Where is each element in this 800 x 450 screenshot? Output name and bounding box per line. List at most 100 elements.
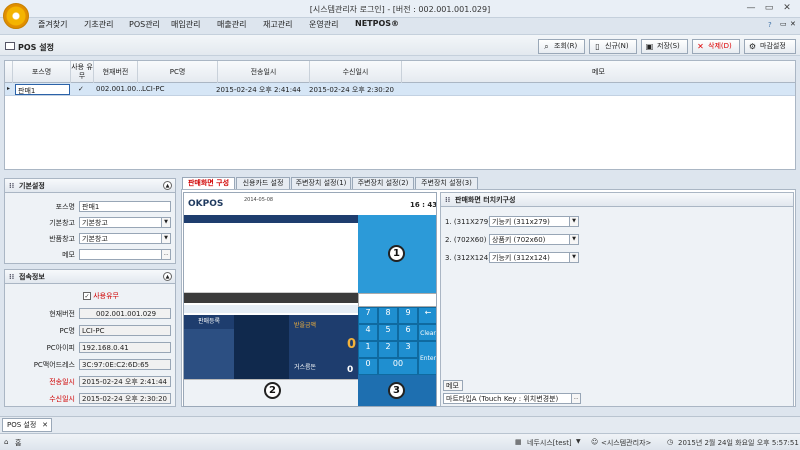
label-version: 현재버전: [49, 310, 75, 318]
cell-use[interactable]: ✓: [78, 85, 84, 93]
touch-row-3-label: 3. (312X124): [445, 254, 491, 262]
delete-button[interactable]: ✕ 삭제(D): [692, 39, 740, 54]
tab-device-1[interactable]: 주변장치 설정(1): [291, 177, 351, 189]
close-tab-icon[interactable]: ✕: [42, 419, 48, 432]
preview-item-list: [184, 223, 358, 293]
menu-netpos[interactable]: NETPOS®: [355, 19, 399, 28]
menu-operation[interactable]: 운영관리: [309, 19, 338, 30]
menu-favorites[interactable]: 즐겨찾기: [38, 19, 67, 30]
preview-date: 2014-05-08: [244, 197, 274, 203]
menu-sales[interactable]: 매출관리: [217, 19, 246, 30]
col-pos-name[interactable]: 포스명: [13, 61, 71, 83]
help-icon[interactable]: ?: [768, 21, 772, 29]
area-badge-2: 2: [264, 382, 281, 399]
col-version[interactable]: 현재버전: [94, 61, 138, 83]
close-setting-button[interactable]: ⚙ 마감설정: [744, 39, 796, 54]
close-doc-icon[interactable]: ✕: [790, 20, 796, 28]
area-badge-1: 1: [388, 245, 405, 262]
tab-sales-screen[interactable]: 판매화면 구성: [182, 177, 235, 189]
menu-stock[interactable]: 재고관리: [263, 19, 292, 30]
touch-row-3-select[interactable]: 기능키 (312x124) ▼: [489, 252, 579, 263]
label-pc-ip: PC아이피: [46, 344, 75, 352]
memo-input[interactable]: …: [79, 249, 171, 260]
ellipsis-icon[interactable]: …: [571, 394, 580, 403]
preview-change-zero: 0: [347, 365, 354, 375]
key-4: 4: [358, 324, 378, 341]
key-0: 0: [358, 358, 378, 375]
chevron-down-icon[interactable]: ▼: [576, 438, 581, 445]
chevron-down-icon[interactable]: ▼: [569, 253, 578, 262]
save-button[interactable]: ▣ 저장(S): [641, 39, 688, 54]
preview-price-zero: 0: [347, 337, 357, 352]
status-store[interactable]: 네두시스[test]: [527, 438, 572, 448]
key-00: 00: [378, 358, 418, 375]
touch-row-2-select[interactable]: 상품키 (702x60) ▼: [489, 234, 579, 245]
chevron-down-icon[interactable]: ▼: [161, 234, 170, 243]
save-icon: ▣: [645, 42, 654, 51]
basic-settings-header: ⁞⁞ 기본설정 ▲: [5, 179, 175, 193]
cell-version: 002.001.00...: [96, 85, 143, 93]
ellipsis-icon[interactable]: …: [161, 250, 170, 259]
area-badge-3: 3: [388, 382, 405, 399]
back-arrow-icon: ←: [418, 307, 436, 324]
status-home[interactable]: 홈: [15, 438, 21, 448]
col-pc-name[interactable]: PC명: [138, 61, 218, 83]
menu-purchase[interactable]: 매입관리: [171, 19, 200, 30]
col-memo[interactable]: 메모: [402, 61, 795, 83]
touch-row-2-label: 2. (702X60): [445, 236, 487, 244]
clock-icon: ◷: [667, 438, 674, 446]
doc-tab-pos-settings[interactable]: POS 설정 ✕: [2, 418, 52, 432]
chevron-down-icon[interactable]: ▼: [161, 218, 170, 227]
close-icon[interactable]: ✕: [780, 2, 794, 15]
menu-basic[interactable]: 기초관리: [84, 19, 113, 30]
menu-pos[interactable]: POS관리: [129, 19, 160, 30]
label-mac: PC맥어드레스: [33, 361, 75, 369]
tab-credit-card[interactable]: 신용카드 설정: [236, 177, 290, 189]
pos-name-input[interactable]: 판매1: [79, 201, 171, 212]
use-checkbox[interactable]: ✓ 사용유무: [83, 291, 119, 301]
cell-send-time: 2015-02-24 오후 2:41:44: [216, 86, 301, 94]
search-button[interactable]: ⌕ 조회(R): [538, 39, 585, 54]
basic-settings-panel: ⁞⁞ 기본설정 ▲ 포스명 판매1 기본창고 기본창고 ▼ 반품창고 기본창고 ▼ 메모…: [4, 178, 176, 264]
connection-info-header: ⁞⁞ 접속정보 ▲: [5, 270, 175, 284]
chevron-down-icon[interactable]: ▼: [569, 235, 578, 244]
col-send-time[interactable]: 전송일시: [218, 61, 310, 83]
table-row[interactable]: ▸ ✓ 002.001.00... LCI-PC 2015-02-24 오후 2…: [5, 83, 795, 96]
key-8: 8: [378, 307, 398, 324]
key-2: 2: [378, 341, 398, 358]
pos-grid: 포스명 사용 유무 현재버전 PC명 전송일시 수신일시 메모 ▸ ✓ 002.…: [4, 60, 796, 170]
restore-icon[interactable]: ▭: [780, 20, 787, 28]
tab-device-2[interactable]: 주변장치 설정(2): [352, 177, 414, 189]
page-title: POS 설정: [18, 43, 54, 52]
pc-name-field: LCI-PC: [79, 325, 171, 336]
touch-row-1-label: 1. (311X279): [445, 218, 491, 226]
col-use[interactable]: 사용 유무: [71, 61, 94, 83]
pos-icon: [5, 42, 15, 50]
base-warehouse-select[interactable]: 기본창고 ▼: [79, 217, 171, 228]
minimize-icon[interactable]: —: [744, 2, 758, 15]
new-doc-icon: ▯: [595, 42, 600, 51]
preview-time: 16 : 43: [410, 201, 437, 209]
cell-pos-name[interactable]: 판매1: [15, 84, 70, 95]
col-recv-time[interactable]: 수신일시: [310, 61, 402, 83]
touch-memo-input[interactable]: 마트타입A (Touch Key : 위치변경분)…: [443, 393, 581, 404]
new-button[interactable]: ▯ 신규(N): [589, 39, 637, 54]
home-icon[interactable]: ⌂: [4, 438, 8, 446]
app-logo-icon[interactable]: [3, 3, 29, 29]
return-warehouse-select[interactable]: 기본창고 ▼: [79, 233, 171, 244]
grip-icon: ⁞⁞: [445, 196, 451, 204]
tab-device-3[interactable]: 주변장치 설정(3): [415, 177, 478, 189]
menu-bar: 즐겨찾기 기초관리 POS관리 매입관리 매출관리 재고관리 운영관리 NETP…: [30, 16, 500, 34]
preview-input-display: [358, 293, 436, 307]
collapse-icon[interactable]: ▲: [163, 272, 172, 281]
maximize-icon[interactable]: ▭: [762, 2, 776, 15]
document-tabs: POS 설정 ✕: [0, 416, 800, 433]
store-icon: ▦: [515, 438, 522, 446]
collapse-icon[interactable]: ▲: [163, 181, 172, 190]
connection-info-panel: ⁞⁞ 접속정보 ▲ ✓ 사용유무 현재버전 002.001.001.029 PC명 …: [4, 269, 176, 407]
mac-field: 3C:97:0E:C2:6D:65: [79, 359, 171, 370]
chevron-down-icon[interactable]: ▼: [569, 217, 578, 226]
touch-row-1-select[interactable]: 기능키 (311x279) ▼: [489, 216, 579, 227]
search-icon: ⌕: [544, 42, 549, 51]
grip-icon: ⁞⁞: [9, 182, 15, 190]
